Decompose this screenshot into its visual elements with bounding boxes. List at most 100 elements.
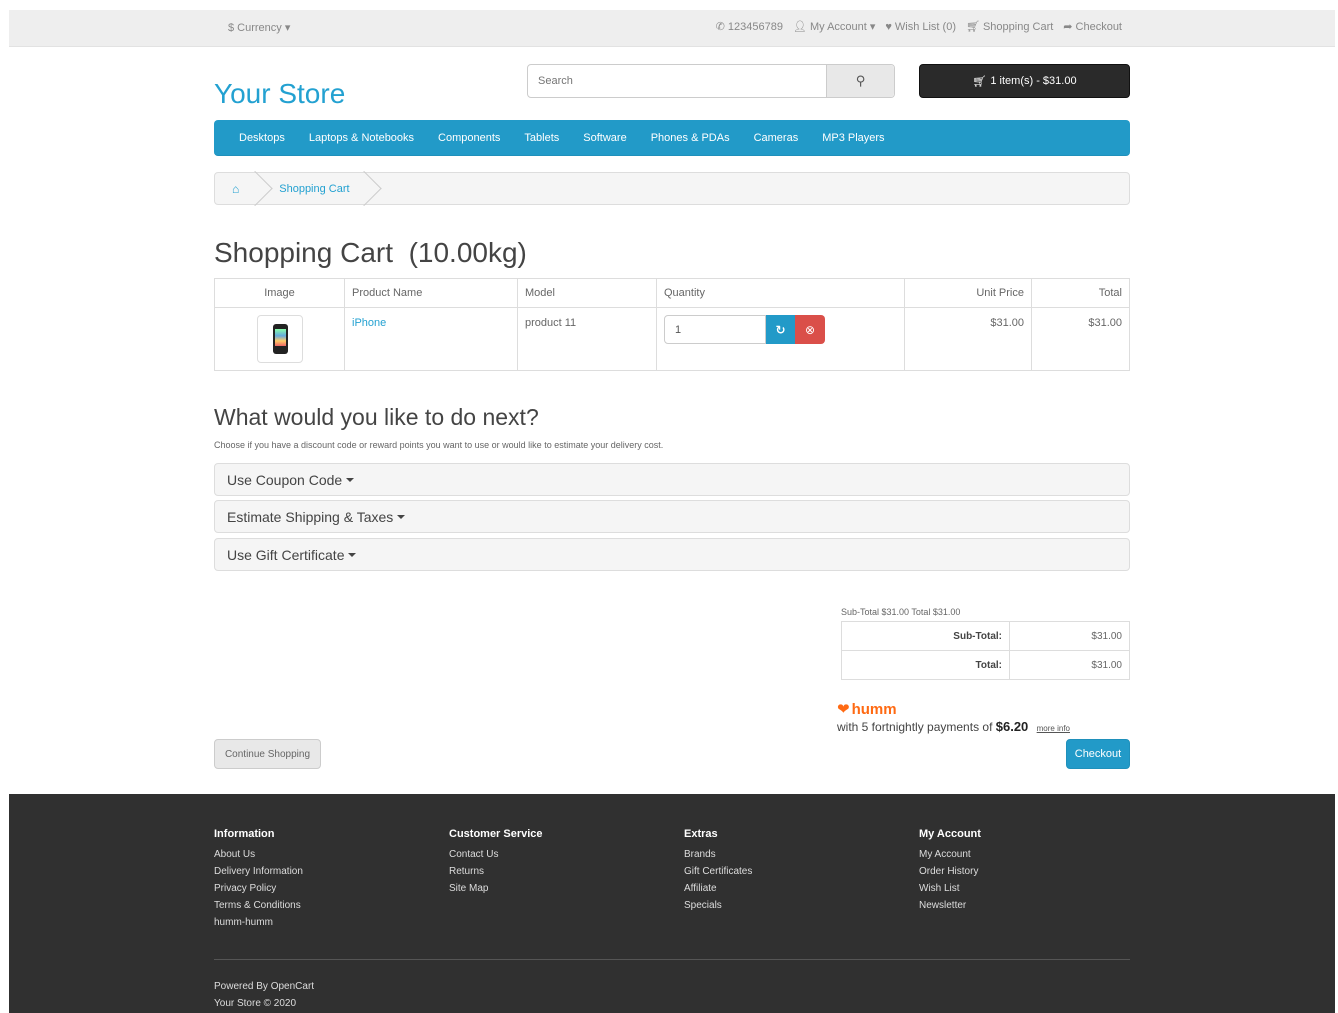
coupon-panel[interactable]: Use Coupon Code [214,463,1130,496]
phone-number: 123456789 [727,20,783,33]
footer-link[interactable]: Terms & Conditions [214,900,303,917]
quantity-input[interactable] [664,315,766,344]
footer-column-my-account: My Account My Account Order History Wish… [919,828,981,917]
subtotal-row: Sub-Total: $31.00 [841,621,1130,651]
search-button[interactable]: ⚲ [826,65,894,97]
powered-by: Powered By OpenCart Your Store © 2020 [214,978,314,1012]
remove-icon: ⊗ [804,322,816,337]
my-account-label: My Account [809,20,867,33]
quantity-cell: ↻ ⊗ [656,307,905,371]
currency-dropdown[interactable]: $ Currency ▾ [228,21,290,34]
footer-link[interactable]: Delivery Information [214,866,303,883]
unit-price: $31.00 [904,307,1032,371]
footer-link[interactable]: About Us [214,849,303,866]
humm-logo: ❤ humm [837,700,897,719]
menu-item-mp3[interactable]: MP3 Players [822,132,884,144]
humm-payment-line: with 5 fortnightly payments of $6.20 mor… [837,719,1070,734]
table-row: iPhone product 11 ↻ ⊗ $31.00 $31.00 [214,307,1130,371]
wishlist-link[interactable]: ♥ Wish List (0) [885,20,956,33]
phone-icon: ✆ [715,21,725,33]
menu-item-cameras[interactable]: Cameras [754,132,799,144]
cart-icon: 🛒︎ [966,21,980,33]
total-value: $31.00 [1009,650,1130,680]
refresh-icon: ↻ [775,322,786,337]
breadcrumb: ⌂ Shopping Cart [214,172,1130,205]
product-model: product 11 [517,307,657,371]
share-icon: ➦ [1063,21,1073,33]
shopping-cart-link[interactable]: 🛒︎ Shopping Cart [966,20,1054,34]
shopping-cart-label: Shopping Cart [982,20,1054,33]
menu-item-desktops[interactable]: Desktops [239,132,285,144]
breadcrumb-separator [251,172,265,205]
col-model: Model [517,278,657,308]
page-title: Shopping Cart (10.00kg) [214,237,527,268]
product-thumbnail[interactable] [256,315,303,363]
top-bar: $ Currency ▾ ✆ 123456789 👤︎ My Account ▾… [9,10,1335,47]
menu-item-tablets[interactable]: Tablets [524,132,559,144]
caret-down-icon [348,552,357,557]
cart-table: Image Product Name Model Quantity Unit P… [214,278,1130,371]
footer-column-information: Information About Us Delivery Informatio… [214,828,303,934]
footer-divider [214,959,1130,960]
humm-more-info-link[interactable]: more info [1037,724,1070,733]
humm-logo-text: humm [851,700,897,718]
footer-heading: Information [214,828,275,840]
gift-certificate-panel[interactable]: Use Gift Certificate [214,538,1130,571]
total-label: Total: [841,650,1010,680]
menu-item-laptops[interactable]: Laptops & Notebooks [309,132,414,144]
search-box: ⚲ [527,64,895,98]
main-menu: Desktops Laptops & Notebooks Components … [214,120,1130,156]
footer-column-customer-service: Customer Service Contact Us Returns Site… [449,828,543,900]
footer-link[interactable]: Privacy Policy [214,883,303,900]
footer-link[interactable]: Order History [919,866,981,883]
footer-column-extras: Extras Brands Gift Certificates Affiliat… [684,828,752,917]
user-icon: 👤︎ [792,21,807,33]
checkout-link[interactable]: ➦ Checkout [1063,20,1122,34]
remove-button[interactable]: ⊗ [795,315,825,344]
footer-link[interactable]: Wish List [919,883,981,900]
cart-summary: 1 item(s) - $31.00 [990,75,1077,87]
totals-table: Sub-Total: $31.00 Total: $31.00 [841,621,1130,680]
footer-link[interactable]: Returns [449,866,543,883]
store-logo[interactable]: Your Store [214,78,345,110]
footer-link[interactable]: My Account [919,849,981,866]
currency-label: $ Currency [228,22,282,34]
copyright: Your Store © 2020 [214,998,297,1009]
phone-link[interactable]: ✆ 123456789 [715,20,783,34]
footer-link[interactable]: Brands [684,849,752,866]
footer-link[interactable]: Contact Us [449,849,543,866]
subtotal-label: Sub-Total: [841,621,1010,651]
gift-panel-label: Use Gift Certificate [227,546,345,563]
next-section-description: Choose if you have a discount code or re… [214,440,664,450]
continue-shopping-button[interactable]: Continue Shopping [214,739,321,769]
col-image: Image [214,278,345,308]
breadcrumb-separator [360,172,374,205]
caret-down-icon: ▾ [869,21,876,33]
footer-link[interactable]: humm-humm [214,917,303,934]
humm-amount: $6.20 [995,719,1029,734]
iphone-image [272,324,288,354]
powered-prefix: Powered By [214,981,271,992]
product-image-cell [214,307,345,371]
footer-link[interactable]: Specials [684,900,752,917]
my-account-dropdown[interactable]: 👤︎ My Account ▾ [792,20,876,34]
menu-item-software[interactable]: Software [583,132,626,144]
footer-link[interactable]: Newsletter [919,900,981,917]
footer-link[interactable]: Affiliate [684,883,752,900]
search-input[interactable] [528,65,827,97]
breadcrumb-shopping-cart[interactable]: Shopping Cart [279,183,349,195]
product-link[interactable]: iPhone [352,317,386,329]
checkout-button[interactable]: Checkout [1066,739,1130,769]
update-button[interactable]: ↻ [766,315,795,344]
footer-link[interactable]: Site Map [449,883,543,900]
shipping-panel-label: Estimate Shipping & Taxes [227,508,394,525]
top-links: ✆ 123456789 👤︎ My Account ▾ ♥ Wish List … [715,20,1122,34]
opencart-link[interactable]: OpenCart [271,981,314,992]
menu-item-phones[interactable]: Phones & PDAs [651,132,730,144]
shipping-panel[interactable]: Estimate Shipping & Taxes [214,500,1130,533]
menu-item-components[interactable]: Components [438,132,500,144]
footer-link[interactable]: Gift Certificates [684,866,752,883]
footer-heading: My Account [919,828,981,840]
cart-dropdown-button[interactable]: 🛒︎ 1 item(s) - $31.00 [919,64,1130,98]
search-icon: ⚲ [855,73,866,88]
